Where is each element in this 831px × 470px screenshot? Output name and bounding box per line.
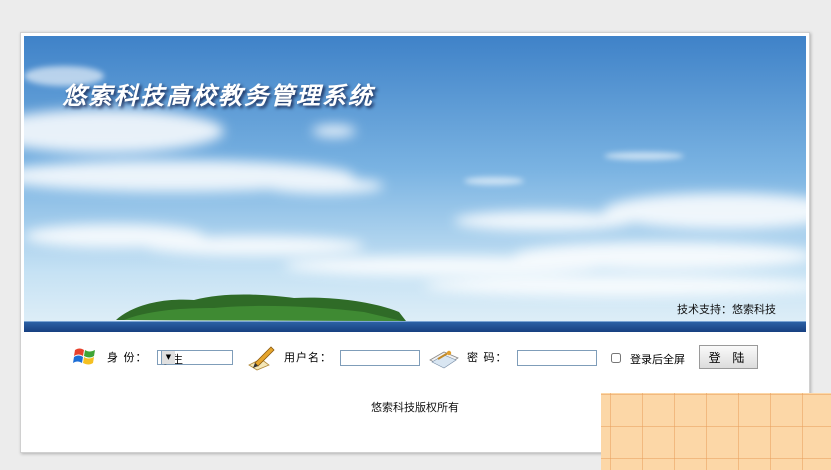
banner-image: 悠索科技高校教务管理系统 技术支持：悠索科技 <box>24 36 806 332</box>
fullscreen-checkbox[interactable] <box>611 353 621 363</box>
chevron-down-icon[interactable]: ▼ <box>161 351 175 364</box>
pen-writing-icon <box>247 345 277 374</box>
role-select[interactable]: 学生 ▼ <box>157 350 233 366</box>
tech-support-text: 技术支持：悠索科技 <box>677 303 776 316</box>
notebook-key-icon <box>428 346 460 373</box>
login-button[interactable]: 登 陆 <box>699 345 758 369</box>
windows-logo-icon <box>73 346 97 371</box>
role-label: 身 份： <box>107 351 148 364</box>
password-input[interactable] <box>517 350 597 366</box>
grid-overlay-pattern <box>601 393 831 470</box>
fullscreen-label: 登录后全屏 <box>630 353 685 366</box>
username-input[interactable] <box>340 350 420 366</box>
username-label: 用户名： <box>284 351 332 364</box>
site-title: 悠索科技高校教务管理系统 <box>62 81 374 110</box>
login-page: 悠索科技高校教务管理系统 技术支持：悠索科技 身 份： 学生 ▼ 用户名： <box>20 32 810 453</box>
login-bar: 身 份： 学生 ▼ 用户名： 密 码： 登录 <box>21 344 809 374</box>
password-label: 密 码： <box>467 351 508 364</box>
